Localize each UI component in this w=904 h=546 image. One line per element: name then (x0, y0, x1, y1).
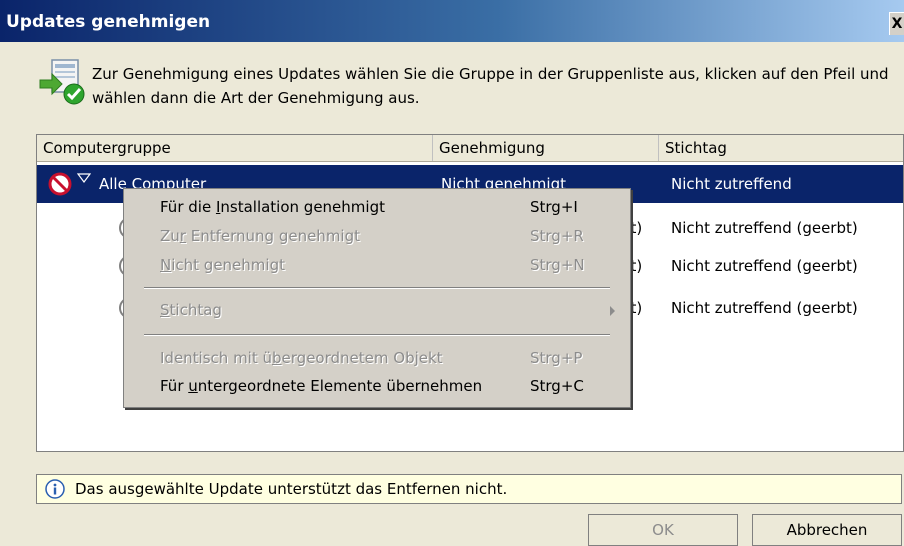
menu-item-approve-removal[interactable]: Zur Entfernung genehmigt Strg+R (124, 223, 630, 250)
menu-shortcut: Strg+C (530, 377, 584, 395)
column-header-group[interactable]: Computergruppe (37, 135, 433, 161)
cancel-button[interactable]: Abbrechen (752, 514, 902, 546)
menu-item-approve-install[interactable]: Für die Installation genehmigt Strg+I (124, 194, 630, 221)
info-bar-text: Das ausgewählte Update unterstützt das E… (75, 480, 508, 498)
ok-button[interactable]: OK (588, 514, 738, 546)
row-deadline: Nicht zutreffend (geerbt) (671, 219, 858, 237)
window-title: Updates genehmigen (6, 12, 211, 32)
menu-item-not-approved[interactable]: Nicht genehmigt Strg+N (124, 252, 630, 279)
instruction-text: Zur Genehmigung eines Updates wählen Sie… (92, 65, 889, 107)
menu-shortcut: Strg+N (530, 256, 585, 274)
menu-shortcut: Strg+I (530, 198, 578, 216)
column-header-deadline[interactable]: Stichtag (659, 135, 903, 161)
submenu-arrow-icon (610, 306, 615, 316)
context-menu: Für die Installation genehmigt Strg+I Zu… (123, 188, 631, 408)
row-deadline: Nicht zutreffend (geerbt) (671, 299, 858, 317)
menu-item-same-as-parent[interactable]: Identisch mit übergeordnetem Objekt Strg… (124, 345, 630, 372)
menu-separator (144, 287, 610, 289)
menu-shortcut: Strg+P (530, 349, 583, 367)
row-deadline: Nicht zutreffend (geerbt) (671, 257, 858, 275)
column-header-approval[interactable]: Genehmigung (433, 135, 659, 161)
list-header: Computergruppe Genehmigung Stichtag (37, 135, 903, 162)
menu-item-apply-to-children[interactable]: Für untergeordnete Elemente übernehmen S… (124, 373, 630, 400)
menu-shortcut: Strg+R (530, 227, 584, 245)
close-button[interactable]: X (889, 12, 904, 35)
info-icon (45, 479, 65, 499)
menu-separator (144, 334, 610, 336)
not-approved-icon (48, 172, 72, 196)
approval-check-icon (39, 59, 85, 105)
title-bar: Updates genehmigen X (0, 0, 904, 42)
menu-item-deadline[interactable]: Stichtag (124, 297, 630, 324)
dropdown-arrow-icon[interactable] (77, 172, 91, 184)
info-bar: Das ausgewählte Update unterstützt das E… (36, 474, 902, 504)
row-deadline: Nicht zutreffend (671, 175, 792, 193)
